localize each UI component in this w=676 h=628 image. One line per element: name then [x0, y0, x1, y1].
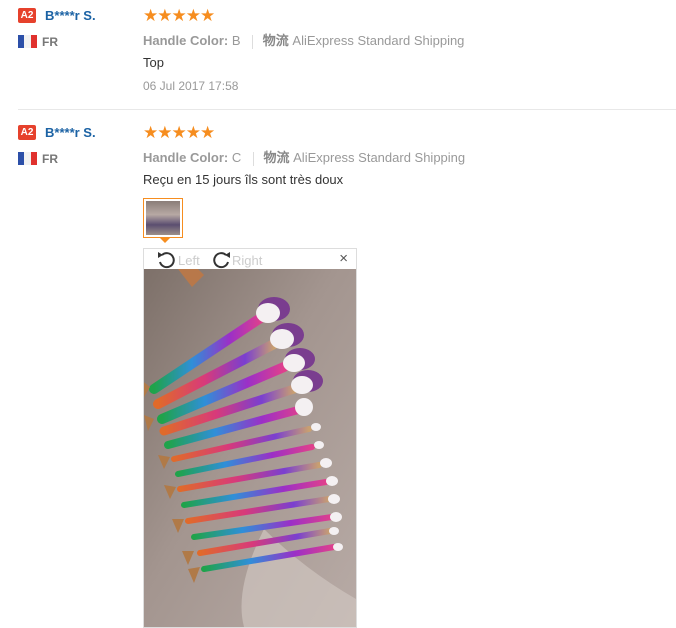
reviewer-name: B****r S. — [45, 8, 96, 23]
reviewer-name: B****r S. — [45, 125, 96, 140]
photo-viewer-toolbar: Left Right × — [144, 249, 356, 269]
shipping-value: AliExpress Standard Shipping — [292, 33, 465, 48]
rotate-left-icon — [158, 252, 175, 269]
review-photo — [144, 269, 356, 627]
review-meta: Handle Color: B 物流 AliExpress Standard S… — [143, 30, 464, 49]
meta-divider — [252, 151, 254, 166]
shipping-label: 物流 — [262, 33, 289, 48]
mermaid-brushes-photo — [144, 269, 356, 627]
thumbnail-selected-arrow — [160, 238, 170, 243]
france-flag-icon — [18, 35, 37, 48]
review-photo-thumbnail[interactable] — [143, 198, 183, 238]
option-label: Handle Color: — [143, 33, 229, 48]
rotate-right-button[interactable]: Right — [210, 250, 262, 270]
buyer-level-badge: A2 — [18, 125, 36, 140]
rotate-right-label: Right — [232, 252, 263, 268]
france-flag-icon — [18, 152, 37, 165]
review-date: 06 Jul 2017 17:58 — [143, 79, 239, 93]
buyer-level-badge: A2 — [18, 8, 36, 23]
review-item: A2 B****r S. FR ★★★★★ Handle Color: B 物流… — [0, 0, 676, 109]
rotate-right-icon — [213, 252, 230, 269]
rotate-left-label: Left — [178, 252, 200, 268]
option-value: B — [231, 33, 241, 48]
photo-viewer: Left Right × — [143, 248, 357, 628]
reviewer-country: FR — [42, 35, 58, 49]
close-icon[interactable]: × — [339, 251, 348, 267]
meta-divider — [252, 34, 254, 49]
star-rating: ★★★★★ — [143, 123, 215, 142]
option-label: Handle Color: — [143, 150, 229, 165]
option-value: C — [231, 150, 242, 165]
review-comment: Top — [143, 55, 164, 70]
reviewer-country: FR — [42, 152, 58, 166]
star-rating: ★★★★★ — [143, 6, 215, 25]
review-meta: Handle Color: C 物流 AliExpress Standard S… — [143, 147, 465, 166]
thumbnail-image — [146, 201, 180, 235]
review-divider — [18, 109, 676, 110]
review-comment: Reçu en 15 jours îls sont très doux — [143, 172, 344, 187]
shipping-value: AliExpress Standard Shipping — [293, 150, 466, 165]
rotate-left-button[interactable]: Left — [156, 250, 200, 270]
shipping-label: 物流 — [263, 150, 290, 165]
